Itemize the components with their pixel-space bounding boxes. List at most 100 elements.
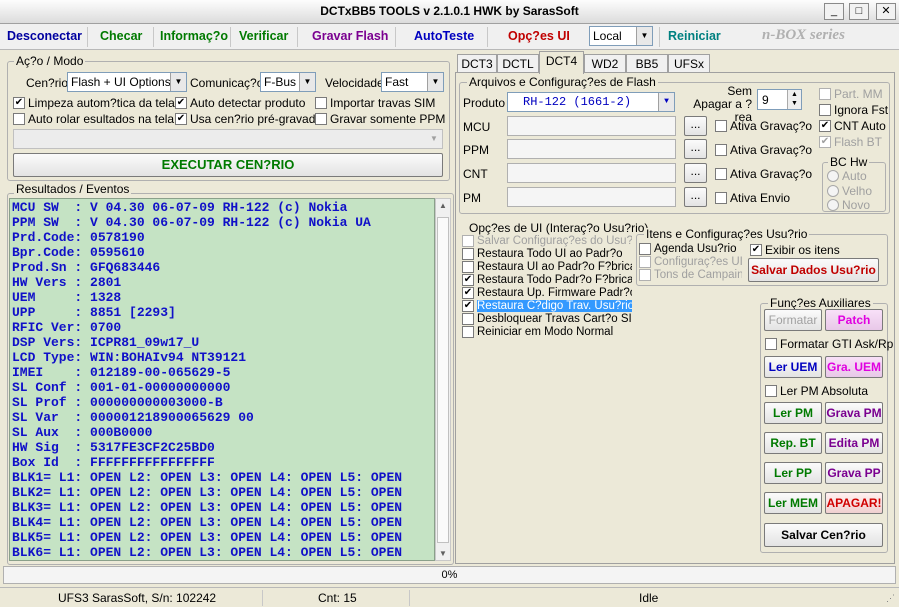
resize-grip-icon[interactable]: ⋰ [886,593,895,604]
autotest-button[interactable]: AutoTeste [414,29,474,43]
auto-detect-checkbox[interactable]: ✔ Auto detectar produto [175,96,305,110]
ignore-fst-checkbox[interactable]: Ignora Fst [819,103,888,117]
config-ui-checkbox[interactable]: Configuraç?es UI [639,256,743,268]
cnt-enable-checkbox[interactable]: Ativa Gravaç?o [715,167,812,181]
save-scenario-button[interactable]: Salvar Cen?rio [764,523,883,547]
ui-option-item[interactable]: ✔ Restaura Up. Firmware Padr?o [462,286,632,299]
part-mm-checkbox[interactable]: Part. MM [819,87,883,101]
agenda-checkbox[interactable]: Agenda Usu?rio [639,243,736,255]
write-pm-button[interactable]: Grava PM [825,402,883,424]
spin-up-icon[interactable]: ▲ [787,90,801,99]
ppm-file-field[interactable] [507,139,676,159]
show-items-checkbox[interactable]: ✔ Exibir os itens [750,243,840,257]
auto-scroll-checkbox[interactable]: Auto rolar esultados na tela [13,112,174,126]
ui-option-item[interactable]: ✔ Restaura Todo Padr?o F?brica [462,273,632,286]
ui-options-list: Salvar Configuraç?es do Usu?rio Restaura … [462,234,632,344]
read-pm-button[interactable]: Ler PM [764,402,822,424]
ui-option-item[interactable]: Restaura Todo UI ao Padr?o [462,247,632,260]
format-button[interactable]: Formatar [764,309,822,331]
tab-bb5[interactable]: BB5 [626,54,668,73]
product-select[interactable]: RH-122 (1661-2) ▼ [507,92,675,112]
speed-select[interactable]: Fast ▼ [381,72,444,92]
hw-old-radio[interactable]: Velho [827,184,872,198]
restart-button[interactable]: Reiniciar [668,29,721,43]
tab-dctl[interactable]: DCTL [497,54,539,73]
maximize-button[interactable]: □ [849,3,869,20]
read-mem-button[interactable]: Ler MEM [764,492,822,514]
scenario-file-select[interactable]: ▼ [13,129,443,149]
edit-pm-button[interactable]: Edita PM [825,432,883,454]
info-button[interactable]: Informaç?o [160,29,228,43]
ppm-browse-button[interactable]: ... [684,139,707,159]
ppm-only-checkbox[interactable]: Gravar somente PPM [315,112,445,126]
disconnect-button[interactable]: Desconectar [7,29,82,43]
save-user-data-button[interactable]: Salvar Dados Usu?rio [748,258,879,282]
comm-label: Comunicaç?o [190,76,264,90]
read-uem-button[interactable]: Ler UEM [764,356,822,378]
repair-bt-button[interactable]: Rep. BT [764,432,822,454]
result-line: SL Conf : 001-01-00000000000 [12,380,231,395]
scroll-down-icon[interactable]: ▼ [439,549,447,558]
result-line: UEM : 1328 [12,290,122,305]
mcu-file-field[interactable] [507,116,676,136]
tab-ufsx[interactable]: UFSx [668,54,710,73]
ringtones-clip: Tons de Campainha [639,269,742,281]
close-button[interactable]: ✕ [876,3,896,20]
scroll-thumb[interactable] [437,217,449,543]
no-wipe-spinner[interactable]: 9 ▲ ▼ [757,89,802,110]
result-line: LCD Type: WIN:BOHAIv94 NT39121 [12,350,247,365]
read-pm-absolute-checkbox[interactable]: Ler PM Absoluta [765,384,868,398]
check-button[interactable]: Checar [100,29,142,43]
hw-auto-radio[interactable]: Auto [827,169,867,183]
check-icon: ✔ [462,273,474,286]
read-pp-button[interactable]: Ler PP [764,462,822,484]
erase-button[interactable]: APAGAR! [825,492,883,514]
spin-down-icon[interactable]: ▼ [787,99,801,109]
result-line: BLK5= L1: OPEN L2: OPEN L3: OPEN L4: OPE… [12,530,403,545]
verify-button[interactable]: Verificar [239,29,288,43]
minimize-button[interactable]: _ [824,3,844,20]
results-scrollbar[interactable]: ▲ ▼ [435,198,451,561]
scenario-select[interactable]: Flash + UI Options ▼ [67,72,187,92]
results-log[interactable]: MCU SW : V 04.30 06-07-09 RH-122 (c) Nok… [9,198,435,561]
auto-clear-checkbox[interactable]: ✔ Limpeza autom?tica da tela [13,96,175,110]
write-pp-button[interactable]: Grava PP [825,462,883,484]
pm-file-field[interactable] [507,187,676,207]
cnt-file-field[interactable] [507,163,676,183]
ppm-enable-checkbox[interactable]: Ativa Gravaç?o [715,143,812,157]
cnt-browse-button[interactable]: ... [684,163,707,183]
chevron-down-icon: ▼ [427,73,443,91]
prerecorded-scenario-checkbox[interactable]: ✔ Usa cen?rio pré-gravado [175,112,322,126]
locale-select[interactable]: Local ▼ [589,26,653,46]
patch-button[interactable]: Patch [825,309,883,331]
progress-text: 0% [441,569,458,581]
write-flash-button[interactable]: Gravar Flash [312,29,388,43]
write-uem-button[interactable]: Gra. UEM [825,356,883,378]
import-sim-locks-checkbox[interactable]: Importar travas SIM [315,96,435,110]
pm-send-checkbox[interactable]: Ativa Envio [715,191,790,205]
tab-wd2[interactable]: WD2 [584,54,626,73]
ringtones-checkbox[interactable]: Tons de Campainha [639,269,742,281]
result-line: BLK3= L1: OPEN L2: OPEN L3: OPEN L4: OPE… [12,500,403,515]
ui-option-item[interactable]: Desbloquear Travas Cart?o SIM [462,312,632,325]
check-icon: ✔ [750,244,762,256]
hw-new-radio[interactable]: Novo [827,198,870,212]
scroll-up-icon[interactable]: ▲ [439,201,447,210]
execute-scenario-button[interactable]: EXECUTAR CEN?RIO [13,153,443,177]
ui-option-item[interactable]: Salvar Configuraç?es do Usu?rio [462,234,632,247]
cnt-auto-checkbox[interactable]: ✔ CNT Auto [819,119,886,133]
check-icon: ✔ [175,113,187,125]
ui-option-item[interactable]: ✔ Restaura C?digo Trav. Usu?rio [462,299,632,312]
ui-option-item[interactable]: Restaura UI ao Padr?o F?brica [462,260,632,273]
result-line: IMEI : 012189-00-065629-5 [12,365,231,380]
format-gti-checkbox[interactable]: Formatar GTI Ask/Rp [765,337,893,351]
check-icon: ✔ [13,97,25,109]
result-line: Prod.Sn : GFQ683446 [12,260,161,275]
ui-option-item[interactable]: Reiniciar em Modo Normal [462,325,632,338]
tab-dct4[interactable]: DCT4 [539,51,584,74]
flash-bt-checkbox[interactable]: ✔ Flash BT [819,135,882,149]
comm-select[interactable]: F-Bus ▼ [260,72,316,92]
tab-dct3[interactable]: DCT3 [457,54,497,73]
pm-browse-button[interactable]: ... [684,187,707,207]
ui-options-button[interactable]: Opç?es UI [508,29,570,43]
